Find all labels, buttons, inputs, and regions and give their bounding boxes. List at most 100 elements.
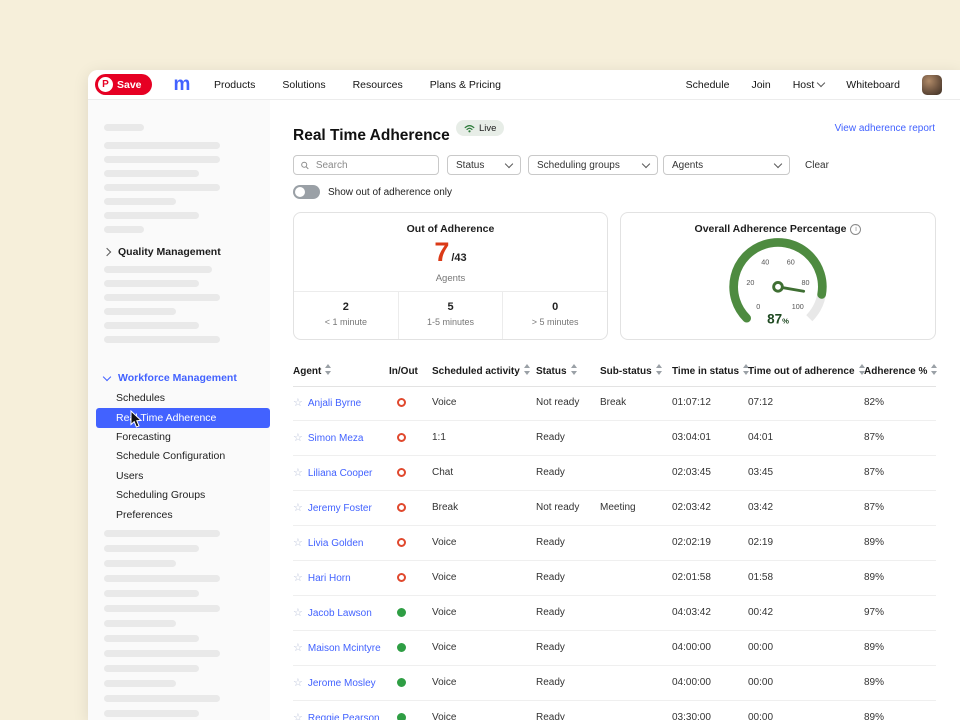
agent-link[interactable]: Hari Horn	[308, 573, 351, 584]
scheduling-groups-dropdown[interactable]: Scheduling groups	[528, 155, 658, 175]
gauge-tick: 100	[792, 302, 804, 311]
agent-link[interactable]: Reggie Pearson	[308, 713, 380, 720]
sidebar-item-schedule-configuration[interactable]: Schedule Configuration	[116, 447, 225, 466]
nav-item-products[interactable]: Products	[214, 79, 255, 91]
activity-cell: Voice	[432, 666, 456, 700]
time-in-status-cell: 04:00:00	[672, 666, 711, 700]
time-in-status-cell: 02:03:45	[672, 456, 711, 490]
inout-dot	[397, 678, 406, 687]
star-icon[interactable]: ☆	[293, 712, 303, 720]
inout-cell	[393, 386, 409, 420]
sort-icon[interactable]	[571, 364, 578, 375]
pinterest-save-button[interactable]: P Save	[95, 74, 152, 95]
clear-filters-button[interactable]: Clear	[805, 160, 829, 171]
agent-link[interactable]: Jeremy Foster	[308, 503, 372, 514]
column-header-scheduled-activity[interactable]: Scheduled activity	[432, 358, 531, 386]
sort-icon[interactable]	[931, 364, 938, 375]
column-header-sub-status[interactable]: Sub-status	[600, 358, 663, 386]
card-title: Out of Adherence	[294, 223, 607, 235]
count-value: 7	[434, 239, 449, 266]
avatar[interactable]	[922, 75, 942, 95]
host-label: Host	[793, 79, 815, 91]
sidebar-item-preferences[interactable]: Preferences	[116, 506, 173, 525]
column-header-adherence[interactable]: Adherence %	[864, 358, 938, 386]
skeleton-bar	[104, 226, 144, 233]
skeleton-bar	[104, 124, 144, 131]
star-icon[interactable]: ☆	[293, 642, 303, 654]
inout-dot	[397, 398, 406, 407]
sidebar-section-workforce-management[interactable]: Workforce Management	[104, 371, 237, 385]
status-cell: Ready	[536, 421, 565, 455]
adherence-buckets: 2 < 1 minute 5 1-5 minutes 0 > 5 minutes	[294, 291, 607, 339]
sidebar-section-quality-management[interactable]: Quality Management	[104, 245, 221, 259]
skeleton-bar	[104, 142, 220, 149]
column-header-time-out-of-adherence[interactable]: Time out of adherence	[748, 358, 866, 386]
agent-link[interactable]: Simon Meza	[308, 433, 364, 444]
sort-icon[interactable]	[656, 364, 663, 375]
view-adherence-report-link[interactable]: View adherence report	[835, 123, 935, 134]
star-icon[interactable]: ☆	[293, 502, 303, 514]
agent-link[interactable]: Maison Mcintyre	[308, 643, 381, 654]
sidebar-item-scheduling-groups[interactable]: Scheduling Groups	[116, 486, 205, 505]
agent-link[interactable]: Liliana Cooper	[308, 468, 373, 479]
column-header-time-in-status[interactable]: Time in status	[672, 358, 750, 386]
chevron-right-icon	[103, 248, 111, 256]
star-icon[interactable]: ☆	[293, 572, 303, 584]
column-header-status[interactable]: Status	[536, 358, 578, 386]
column-header-inout[interactable]: In/Out	[389, 358, 418, 386]
column-label: Time out of adherence	[748, 366, 855, 377]
bucket-label: < 1 minute	[294, 317, 398, 327]
substatus-cell: Meeting	[600, 491, 636, 525]
star-icon[interactable]: ☆	[293, 607, 303, 619]
star-icon[interactable]: ☆	[293, 677, 303, 689]
nav-item-whiteboard[interactable]: Whiteboard	[846, 79, 900, 91]
star-icon[interactable]: ☆	[293, 537, 303, 549]
agent-link[interactable]: Jerome Mosley	[308, 678, 376, 689]
inout-dot	[397, 643, 406, 652]
inout-dot	[397, 608, 406, 617]
search-input[interactable]	[314, 159, 431, 172]
gauge-tick: 80	[802, 278, 810, 287]
column-header-agent[interactable]: Agent	[293, 358, 332, 386]
star-icon[interactable]: ☆	[293, 397, 303, 409]
time-out-of-adherence-cell: 03:42	[748, 491, 773, 525]
sidebar-item-real-time-adherence-selected[interactable]: Real Time Adherence	[96, 408, 270, 428]
nav-item-solutions[interactable]: Solutions	[282, 79, 325, 91]
skeleton-bar	[104, 170, 199, 177]
agent-link[interactable]: Anjali Byrne	[308, 398, 361, 409]
wifi-icon	[464, 124, 475, 133]
miro-logo[interactable]: m	[174, 75, 190, 94]
agents-dropdown[interactable]: Agents	[663, 155, 790, 175]
status-cell: Ready	[536, 526, 565, 560]
sidebar-item-forecasting[interactable]: Forecasting	[116, 428, 171, 447]
bucket-label: > 5 minutes	[503, 317, 607, 327]
sort-icon[interactable]	[524, 364, 531, 375]
nav-item-host[interactable]: Host	[793, 79, 825, 91]
sidebar-item-users[interactable]: Users	[116, 467, 143, 486]
agent-link[interactable]: Jacob Lawson	[308, 608, 372, 619]
bucket-value: 2	[294, 301, 398, 313]
sort-icon[interactable]	[325, 364, 332, 375]
column-label: Scheduled activity	[432, 366, 520, 377]
skeleton-bar	[104, 308, 176, 315]
nav-item-resources[interactable]: Resources	[353, 79, 403, 91]
sidebar-item-schedules[interactable]: Schedules	[116, 389, 165, 408]
time-in-status-cell: 03:04:01	[672, 421, 711, 455]
agent-link[interactable]: Livia Golden	[308, 538, 364, 549]
skeleton-bar	[104, 680, 176, 687]
skeleton-bar	[104, 280, 199, 287]
adherence-cell: 89%	[864, 631, 884, 665]
status-dropdown[interactable]: Status	[447, 155, 521, 175]
star-icon[interactable]: ☆	[293, 467, 303, 479]
adherence-cell: 89%	[864, 666, 884, 700]
nav-item-plans-pricing[interactable]: Plans & Pricing	[430, 79, 501, 91]
show-out-of-adherence-toggle[interactable]	[293, 185, 320, 199]
nav-item-join[interactable]: Join	[751, 79, 770, 91]
nav-item-schedule[interactable]: Schedule	[686, 79, 730, 91]
agent-cell: ☆ Reggie Pearson	[293, 701, 380, 720]
star-icon[interactable]: ☆	[293, 432, 303, 444]
adherence-cell: 97%	[864, 596, 884, 630]
out-of-adherence-count: 7 /43	[294, 239, 607, 266]
table-row: ☆Maison Mcintyre Voice Ready 04:00:00 00…	[293, 631, 936, 666]
adherence-cell: 87%	[864, 456, 884, 490]
